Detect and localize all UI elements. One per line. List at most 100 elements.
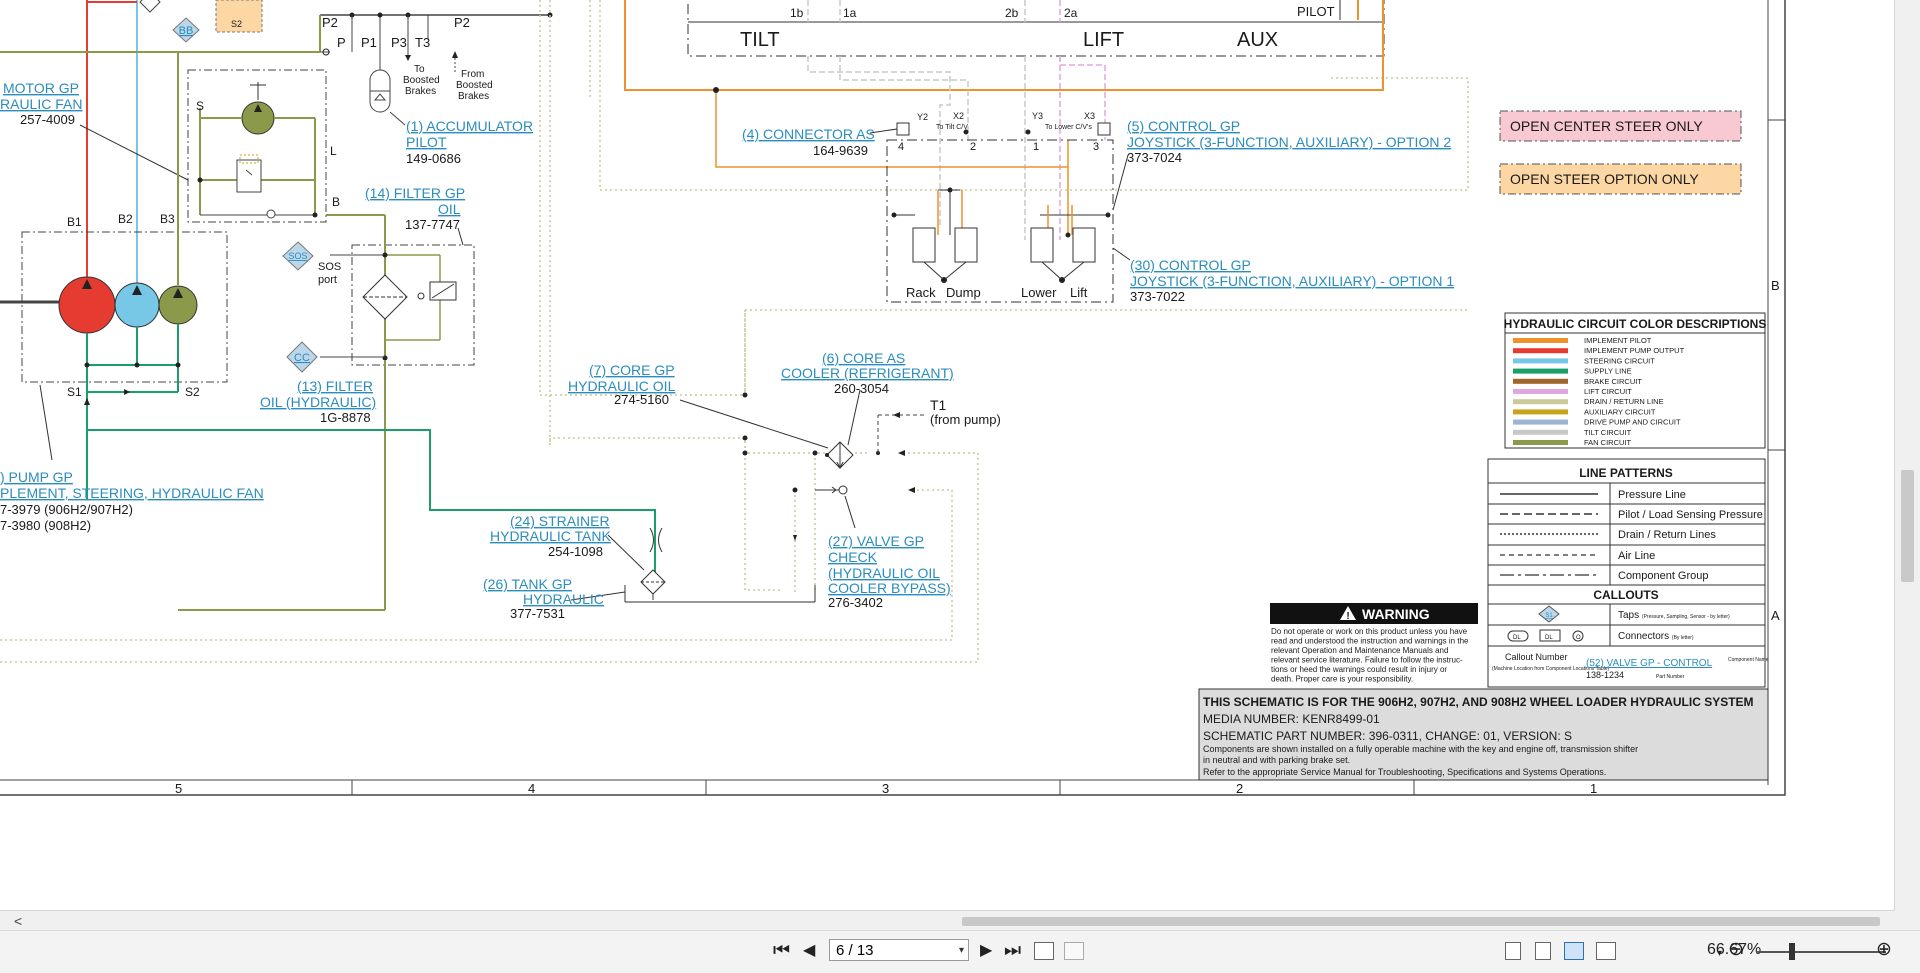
color-description-label: IMPLEMENT PILOT bbox=[1584, 336, 1652, 345]
open-steer-option-label: OPEN STEER OPTION ONLY bbox=[1510, 171, 1699, 187]
control-30-callout-link[interactable]: (30) CONTROL GP bbox=[1130, 257, 1251, 273]
svg-text:S: S bbox=[196, 99, 204, 113]
core7-callout-link[interactable]: (7) CORE GP bbox=[589, 362, 675, 378]
zoom-out-icon[interactable]: ⊖ bbox=[1728, 939, 1744, 961]
pump-callout-link-2[interactable]: PLEMENT, STEERING, HYDRAULIC FAN bbox=[0, 485, 264, 501]
two-page-view-icon[interactable] bbox=[1564, 942, 1584, 960]
document-viewport[interactable]: 5 4 3 2 1 B A BB S2 P2 P P1 P3 T3 P2 To … bbox=[0, 0, 1895, 910]
single-page-view-icon[interactable] bbox=[1505, 942, 1521, 960]
svg-text:S2: S2 bbox=[231, 19, 242, 29]
strainer-callout-link[interactable]: (24) STRAINER bbox=[510, 513, 610, 529]
svg-text:138-1234: 138-1234 bbox=[1586, 670, 1624, 680]
first-page-icon[interactable]: ⏮ bbox=[773, 940, 790, 962]
accumulator-symbol bbox=[369, 69, 406, 126]
color-description-label: FAN CIRCUIT bbox=[1584, 438, 1632, 447]
zoom-dropdown-icon[interactable]: ▾ bbox=[1717, 943, 1722, 965]
check-valve-callout-link-2[interactable]: CHECK bbox=[828, 549, 878, 565]
svg-text:Component Name: Component Name bbox=[1728, 657, 1769, 663]
filter-14-callout-link[interactable]: (14) FILTER GP bbox=[365, 185, 465, 201]
svg-text:Lower: Lower bbox=[1021, 285, 1057, 300]
check-valve-callout-link-4[interactable]: COOLER BYPASS) bbox=[828, 580, 951, 596]
color-swatch bbox=[1513, 348, 1568, 354]
zoom-in-icon[interactable]: ⊕ bbox=[1876, 939, 1892, 961]
title-block-note-2: in neutral and with parking brake set. bbox=[1203, 755, 1350, 765]
pattern-component-group: Component Group bbox=[1618, 570, 1709, 582]
tank-callout-link-2[interactable]: HYDRAULIC bbox=[523, 591, 604, 607]
joystick-pilot-lines bbox=[715, 56, 1106, 240]
accumulator-part-number: 149-0686 bbox=[406, 151, 461, 166]
color-table-title: HYDRAULIC CIRCUIT COLOR DESCRIPTIONS bbox=[1504, 317, 1767, 331]
svg-text:P1: P1 bbox=[361, 35, 377, 50]
color-description-label: DRIVE PUMP AND CIRCUIT bbox=[1584, 418, 1681, 427]
pattern-drain: Drain / Return Lines bbox=[1618, 529, 1716, 541]
pattern-pilot: Pilot / Load Sensing Pressure bbox=[1618, 509, 1763, 521]
zoom-slider-handle[interactable] bbox=[1789, 943, 1795, 960]
accumulator-callout-link[interactable]: (1) ACCUMULATOR bbox=[406, 118, 533, 134]
rotate-view-icon[interactable] bbox=[1034, 942, 1054, 960]
chevron-down-icon[interactable]: ▾ bbox=[959, 940, 964, 962]
title-block: THIS SCHEMATIC IS FOR THE 906H2, 907H2, … bbox=[1198, 688, 1769, 781]
core6-callout-link[interactable]: (6) CORE AS bbox=[822, 350, 905, 366]
svg-text:TILT: TILT bbox=[740, 29, 780, 51]
next-page-icon[interactable]: ▶ bbox=[980, 940, 992, 962]
connector-4-callout-link[interactable]: (4) CONNECTOR AS bbox=[742, 126, 875, 142]
vertical-scroll-thumb[interactable] bbox=[1901, 470, 1914, 582]
svg-text:Dump: Dump bbox=[946, 285, 981, 300]
svg-text:T1: T1 bbox=[930, 397, 947, 413]
color-description-label: SUPPLY LINE bbox=[1584, 367, 1632, 376]
control-5-callout-link-2[interactable]: JOYSTICK (3-FUNCTION, AUXILIARY) - OPTIO… bbox=[1127, 134, 1451, 150]
grid-row-a: A bbox=[1771, 608, 1780, 623]
option-legend-boxes: OPEN CENTER STEER ONLY OPEN STEER OPTION… bbox=[1499, 110, 1742, 195]
strainer-callout-link-2[interactable]: HYDRAULIC TANK bbox=[490, 528, 612, 544]
check-valve-callout-link[interactable]: (27) VALVE GP bbox=[828, 533, 924, 549]
color-swatch bbox=[1513, 389, 1568, 394]
svg-text:DL: DL bbox=[1513, 635, 1521, 641]
control-30-part-number: 373-7022 bbox=[1130, 289, 1185, 304]
vertical-scrollbar[interactable] bbox=[1894, 0, 1920, 910]
horizontal-scroll-thumb[interactable] bbox=[962, 917, 1880, 926]
color-description-table: HYDRAULIC CIRCUIT COLOR DESCRIPTIONS IMP… bbox=[1504, 312, 1767, 449]
svg-text:P2: P2 bbox=[454, 15, 470, 30]
grid-col-5: 5 bbox=[175, 781, 182, 796]
pump-callout-link[interactable]: ) PUMP GP bbox=[0, 469, 73, 485]
pattern-air: Air Line bbox=[1618, 550, 1655, 562]
grid-col-3: 3 bbox=[882, 781, 889, 796]
color-swatch bbox=[1513, 419, 1568, 425]
previous-page-icon[interactable]: ◀ bbox=[803, 940, 815, 962]
accumulator-callout-link-2[interactable]: PILOT bbox=[406, 134, 447, 150]
zoom-slider[interactable] bbox=[1756, 951, 1886, 953]
title-block-note-1: Components are shown installed on a full… bbox=[1203, 744, 1638, 754]
control-5-callout-link[interactable]: (5) CONTROL GP bbox=[1127, 118, 1240, 134]
grid-row-b: B bbox=[1771, 278, 1780, 293]
pattern-pressure: Pressure Line bbox=[1618, 489, 1686, 501]
horizontal-scrollbar[interactable]: < bbox=[0, 910, 1895, 931]
core6-callout-link-2[interactable]: COOLER (REFRIGERANT) bbox=[781, 365, 954, 381]
tank-callout-link[interactable]: (26) TANK GP bbox=[483, 576, 572, 592]
title-block-note-3: Refer to the appropriate Service Manual … bbox=[1203, 767, 1606, 777]
filter-14-callout-link-2[interactable]: OIL bbox=[438, 201, 461, 217]
rotate-view-2-icon[interactable] bbox=[1064, 942, 1084, 960]
control-30-callout-link-2[interactable]: JOYSTICK (3-FUNCTION, AUXILIARY) - OPTIO… bbox=[1130, 273, 1454, 289]
continuous-view-icon[interactable] bbox=[1535, 942, 1551, 960]
page-number-select[interactable]: 6 / 13 ▾ bbox=[829, 939, 969, 961]
media-number: MEDIA NUMBER: KENR8499-01 bbox=[1203, 712, 1380, 726]
filter-13-callout-link[interactable]: (13) FILTER bbox=[297, 378, 373, 394]
filter-13-callout-link-2[interactable]: OIL (HYDRAULIC) bbox=[260, 394, 376, 410]
control-5-part-number: 373-7024 bbox=[1127, 150, 1182, 165]
svg-text:Part Number: Part Number bbox=[1656, 674, 1685, 680]
scroll-left-icon[interactable]: < bbox=[14, 911, 22, 931]
svg-text:S1: S1 bbox=[1545, 613, 1553, 619]
svg-text:O: O bbox=[1576, 635, 1581, 641]
svg-text:X2: X2 bbox=[953, 111, 964, 121]
check-valve-callout-link-3[interactable]: (HYDRAULIC OIL bbox=[828, 565, 940, 581]
fan-motor-callout-link-2[interactable]: RAULIC FAN bbox=[0, 96, 82, 112]
hydraulic-schematic: 5 4 3 2 1 B A BB S2 P2 P P1 P3 T3 P2 To … bbox=[0, 0, 1786, 796]
warning-text-line: relevant service literature. Failure to … bbox=[1271, 656, 1463, 665]
joystick-control-group: Y2 X2 Y3 X3 To Tilt C/V To Lower C/V's 4… bbox=[869, 111, 1131, 303]
two-page-continuous-view-icon[interactable] bbox=[1596, 942, 1616, 960]
svg-text:Rack: Rack bbox=[906, 285, 936, 300]
grid-col-2: 2 bbox=[1236, 781, 1243, 796]
fan-motor-callout-link[interactable]: MOTOR GP bbox=[3, 80, 79, 96]
color-description-label: IMPLEMENT PUMP OUTPUT bbox=[1584, 346, 1685, 355]
last-page-icon[interactable]: ⏭ bbox=[1004, 940, 1021, 962]
